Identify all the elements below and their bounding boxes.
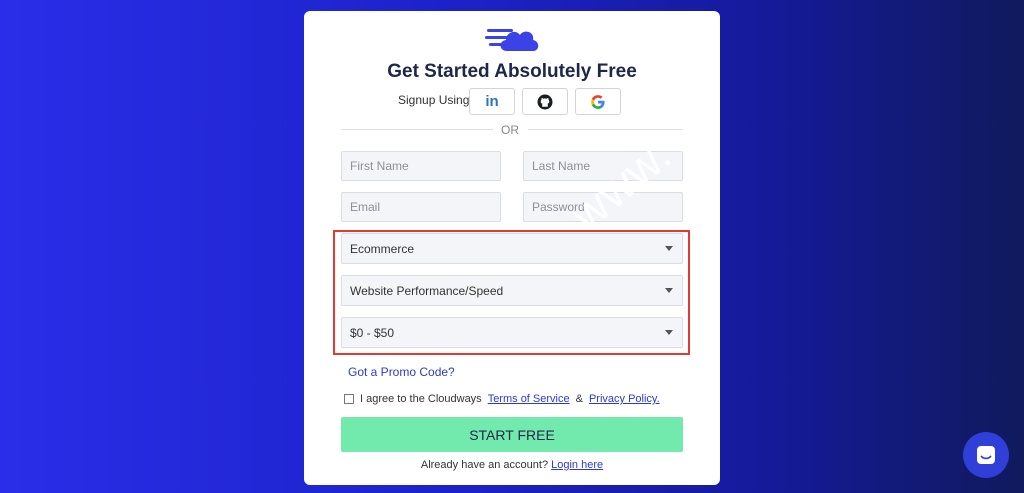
divider-left bbox=[341, 129, 493, 130]
have-account-text: Already have an account? bbox=[420, 459, 549, 471]
github-icon bbox=[537, 94, 553, 109]
email-field[interactable] bbox=[341, 192, 501, 222]
google-signup-button[interactable] bbox=[575, 88, 621, 115]
page-title: Get Started Absolutely Free bbox=[387, 61, 637, 82]
start-free-button[interactable]: START FREE bbox=[341, 417, 683, 452]
agree-checkbox[interactable] bbox=[344, 394, 354, 404]
highlight-box bbox=[333, 230, 690, 355]
linkedin-icon: in bbox=[485, 93, 499, 110]
login-link[interactable]: Login here bbox=[551, 459, 603, 471]
or-divider-text: OR bbox=[501, 123, 519, 137]
terms-of-service-link[interactable]: Terms of Service bbox=[488, 393, 570, 405]
privacy-policy-link[interactable]: Privacy Policy. bbox=[589, 393, 660, 405]
google-icon bbox=[591, 94, 605, 109]
signup-label: Signup Using bbox=[398, 93, 470, 107]
login-row: Already have an account? Login here bbox=[304, 459, 720, 471]
chat-launcher-button[interactable] bbox=[963, 432, 1009, 478]
divider-right bbox=[528, 129, 683, 130]
terms-agreement-row: I agree to the Cloudways Terms of Servic… bbox=[344, 393, 660, 405]
ampersand: & bbox=[575, 393, 583, 405]
linkedin-signup-button[interactable]: in bbox=[469, 88, 515, 115]
signup-card: Get Started Absolutely Free Signup Using… bbox=[304, 11, 720, 485]
cloud-logo-icon bbox=[485, 29, 539, 51]
chat-icon bbox=[977, 446, 995, 464]
promo-code-link[interactable]: Got a Promo Code? bbox=[348, 365, 455, 379]
first-name-field[interactable] bbox=[341, 151, 501, 181]
github-signup-button[interactable] bbox=[522, 88, 568, 115]
agree-text: I agree to the Cloudways bbox=[360, 393, 482, 405]
